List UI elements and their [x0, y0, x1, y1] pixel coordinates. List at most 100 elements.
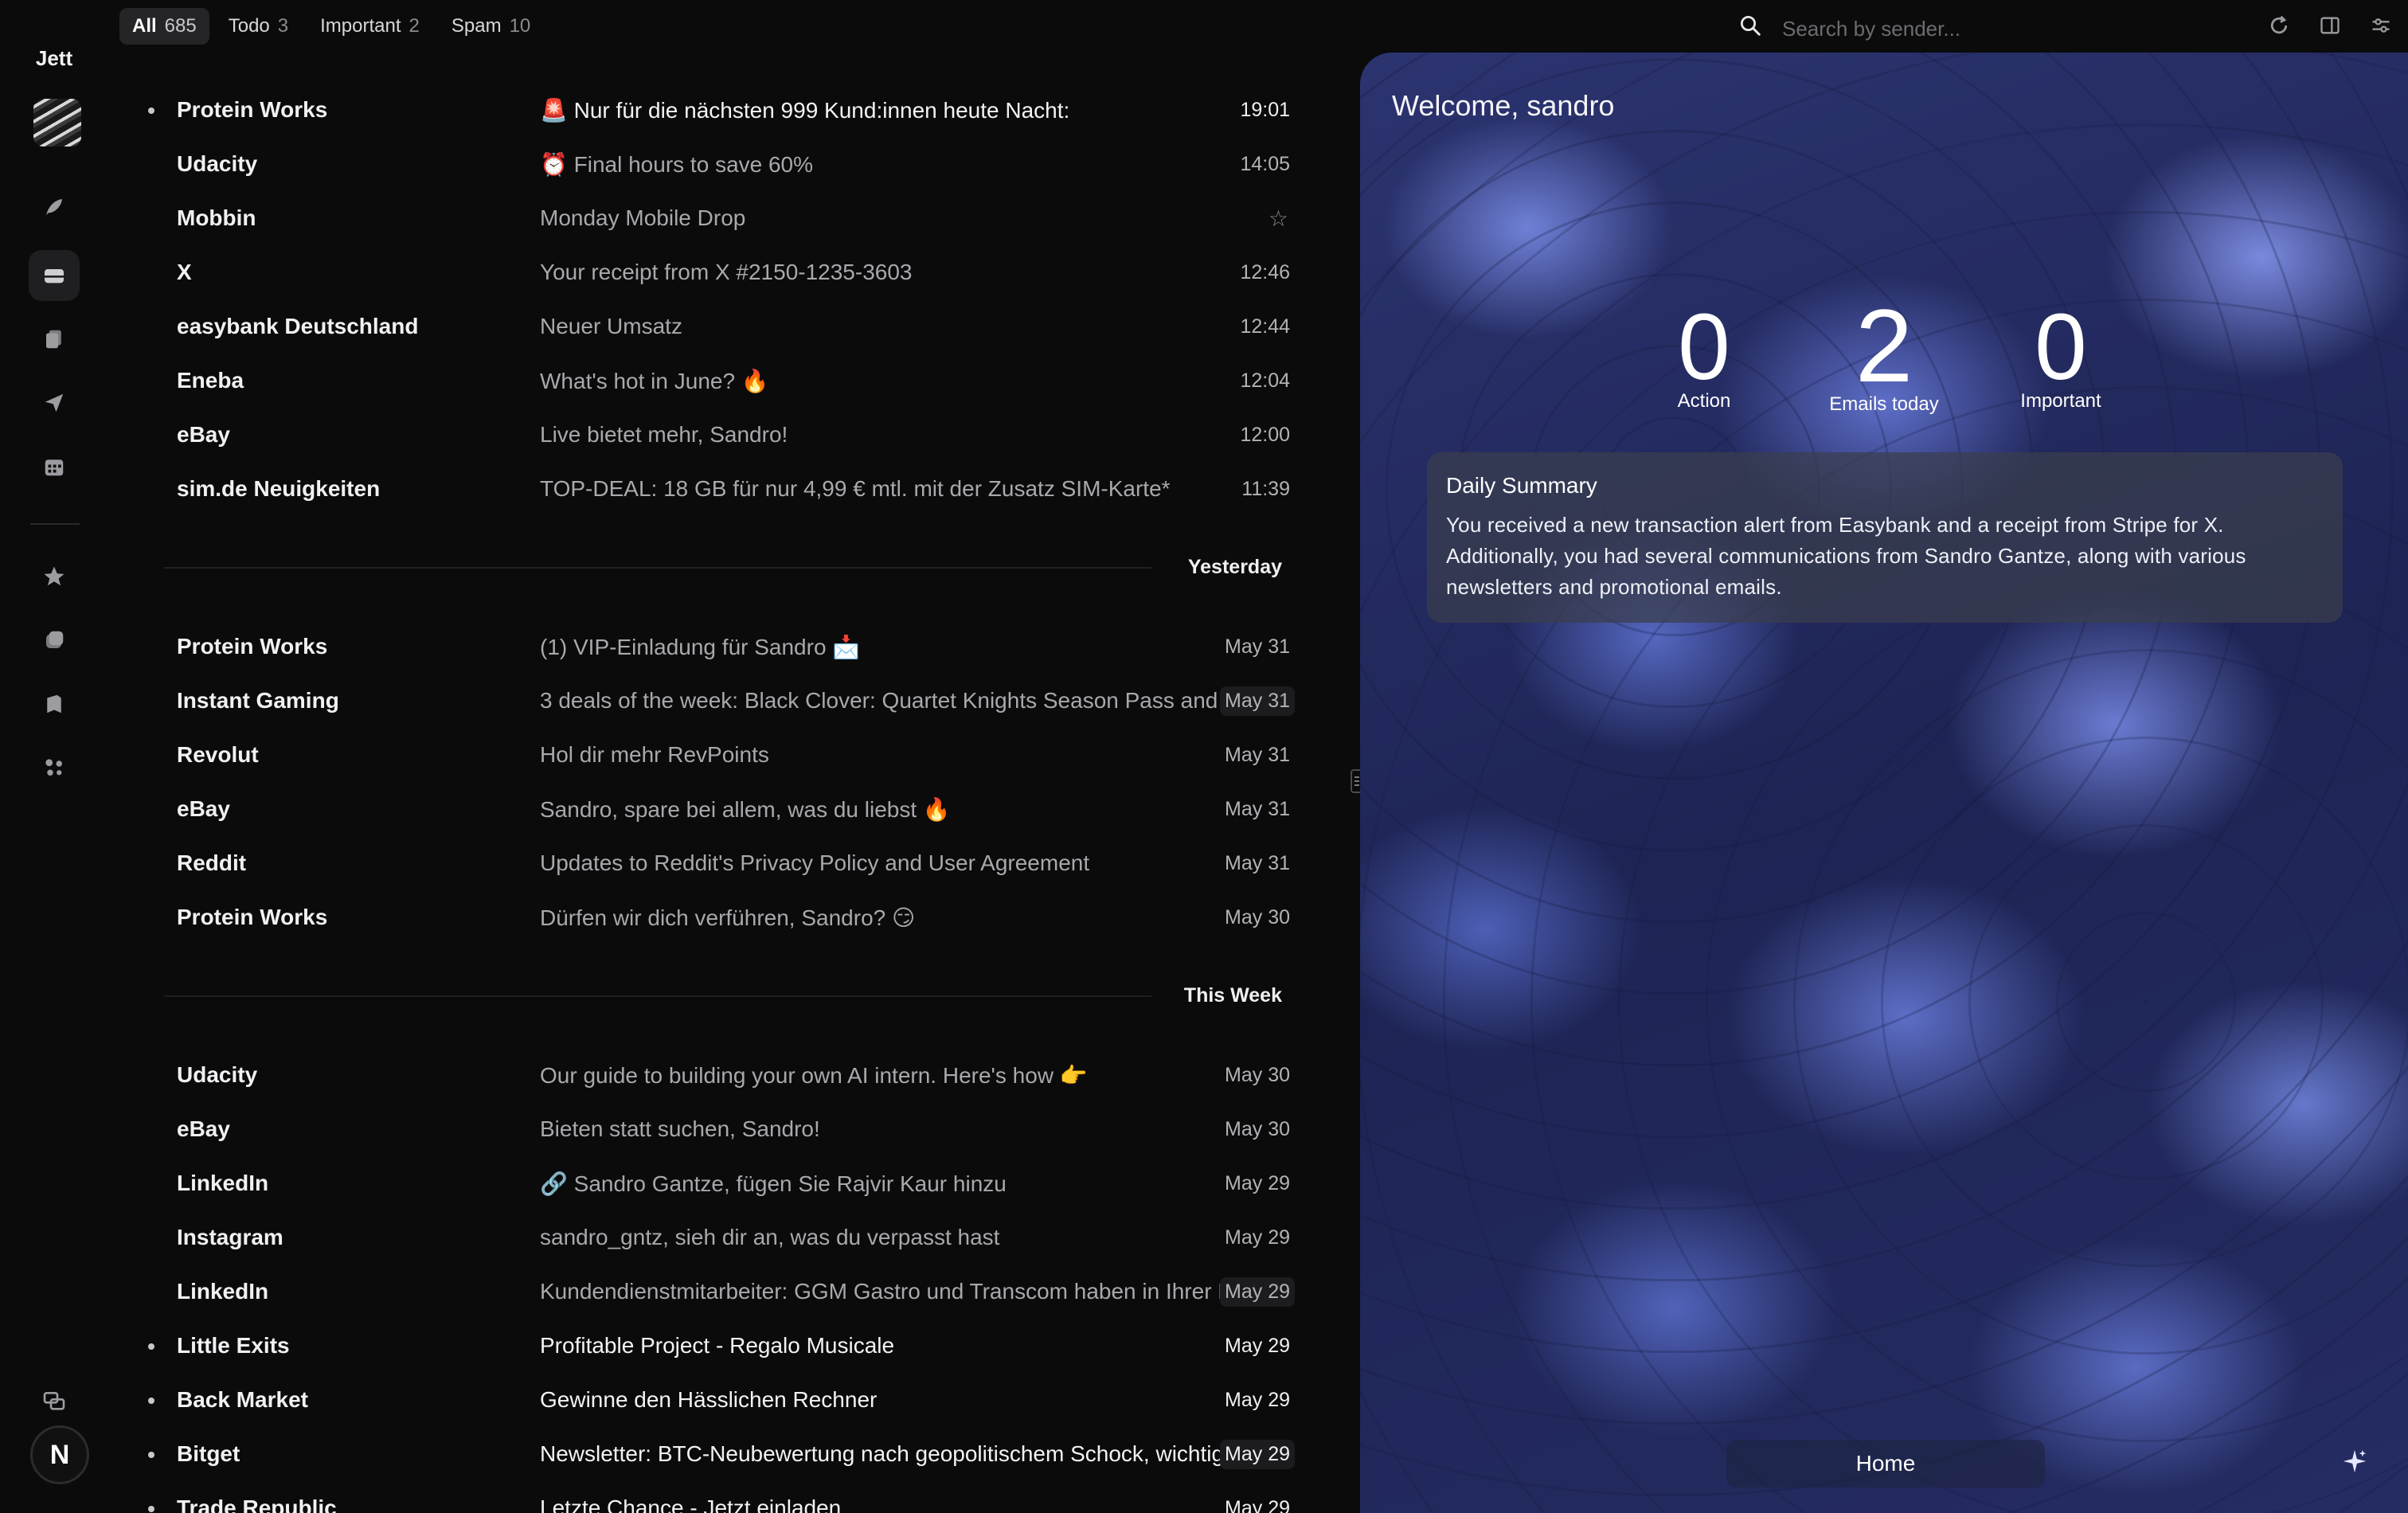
summary-body: You received a new transaction alert fro… [1446, 513, 2246, 599]
stat-label: Action [1677, 390, 1731, 412]
mail-subject: Sandro, spare bei allem, was du liebst 🔥 [540, 796, 951, 822]
stat-label: Important [2020, 390, 2101, 412]
mail-subject: (1) VIP-Einladung für Sandro 📩 [540, 634, 861, 659]
mail-time: 12:44 [1240, 315, 1290, 338]
mail-row[interactable]: Udacity ⏰ Final hours to save 60% 14:05 [135, 137, 1298, 191]
mail-time: May 29 [1220, 1439, 1295, 1469]
stat-action[interactable]: 0 Action [1624, 299, 1784, 412]
split-view-icon[interactable] [2314, 10, 2346, 41]
send-icon[interactable] [29, 377, 80, 428]
stat-emails-today[interactable]: 2 Emails today [1804, 293, 1964, 416]
mail-subject: Profitable Project - Regalo Musicale [540, 1333, 895, 1358]
section-yesterday: Protein Works (1) VIP-Einladung für Sandr… [135, 620, 1298, 944]
search-icon[interactable] [1736, 14, 1765, 44]
home-button[interactable]: Home [1726, 1440, 2045, 1488]
mail-row[interactable]: Reddit Updates to Reddit's Privacy Policy… [135, 836, 1298, 890]
mail-sender: Bitget [177, 1441, 240, 1466]
welcome-heading: Welcome, sandro [1392, 89, 1615, 122]
section-line [164, 995, 1151, 997]
mail-time: May 30 [1225, 905, 1290, 929]
mail-time: 12:04 [1240, 369, 1290, 392]
top-toolbar [2263, 10, 2397, 41]
mail-time: 12:46 [1240, 260, 1290, 283]
mail-row[interactable]: Instagram sandro_gntz, sieh dir an, was d… [135, 1210, 1298, 1265]
search-input[interactable] [1782, 16, 2196, 41]
calendar-icon[interactable] [29, 441, 80, 492]
bookmark-icon[interactable] [29, 678, 80, 729]
mail-row[interactable]: easybank Deutschland Neuer Umsatz 12:44 [135, 299, 1298, 354]
stat-value: 0 [1678, 295, 1730, 400]
brand-name: Jett [35, 46, 73, 70]
mail-time: May 30 [1225, 1117, 1290, 1140]
tab-label: Spam [451, 15, 502, 37]
mail-subject: sandro_gntz, sieh dir an, was du verpass… [540, 1225, 1000, 1249]
mail-row[interactable]: Instant Gaming 3 deals of the week: Black… [135, 674, 1298, 728]
refresh-icon[interactable] [2263, 10, 2295, 41]
mail-app: Jett N All 685 Todo 3 Important 2 Spam 1… [0, 0, 2408, 1513]
filter-tabs: All 685 Todo 3 Important 2 Spam 10 [119, 8, 543, 45]
mail-subject: What's hot in June? 🔥 [540, 368, 769, 393]
tab-todo[interactable]: Todo 3 [216, 8, 301, 45]
left-rail: Jett N [0, 0, 111, 1513]
apps-icon[interactable] [29, 742, 80, 793]
mail-row[interactable]: Mobbin Monday Mobile Drop ☆ [135, 191, 1298, 245]
chat-icon[interactable] [29, 1376, 80, 1427]
mail-row[interactable]: sim.de Neuigkeiten TOP-DEAL: 18 GB für nu… [135, 462, 1298, 516]
mail-sender: Protein Works [177, 97, 328, 122]
mail-row[interactable]: Little Exits Profitable Project - Regalo … [135, 1319, 1298, 1373]
tab-count: 2 [408, 15, 420, 37]
mail-row[interactable]: eBay Bieten statt suchen, Sandro! May 30 [135, 1102, 1298, 1156]
mail-row[interactable]: Protein Works 🚨 Nur für die nächsten 999 … [135, 83, 1298, 137]
mail-time: May 31 [1220, 686, 1295, 716]
mail-row[interactable]: Eneba What's hot in June? 🔥 12:04 [135, 354, 1298, 408]
mail-row[interactable]: Protein Works Dürfen wir dich verführen, … [135, 890, 1298, 944]
home-panel: Welcome, sandro 0 Action 2 Emails today … [1360, 53, 2408, 1513]
mail-row[interactable]: X Your receipt from X #2150-1235-3603 12:4… [135, 245, 1298, 299]
mail-subject: Updates to Reddit's Privacy Policy and U… [540, 850, 1090, 875]
mail-row[interactable]: Protein Works (1) VIP-Einladung für Sandr… [135, 620, 1298, 674]
mail-time: May 31 [1225, 851, 1290, 874]
mail-sender: Back Market [177, 1387, 308, 1412]
rail-divider [30, 523, 80, 525]
settings-sliders-icon[interactable] [2365, 10, 2397, 41]
mail-time: May 29 [1220, 1276, 1295, 1307]
mail-subject: 3 deals of the week: Black Clover: Quart… [540, 688, 1234, 713]
sparkle-icon[interactable] [2341, 1448, 2368, 1482]
mail-row[interactable]: Udacity Our guide to building your own AI… [135, 1048, 1298, 1102]
mail-row[interactable]: LinkedIn Kundendienstmitarbeiter: GGM Gas… [135, 1265, 1298, 1319]
mail-sender: eBay [177, 422, 230, 447]
mail-row[interactable]: Bitget Newsletter: BTC-Neubewertung nach … [135, 1427, 1298, 1481]
mail-subject: Live bietet mehr, Sandro! [540, 422, 788, 447]
mail-row[interactable]: eBay Live bietet mehr, Sandro! 12:00 [135, 408, 1298, 462]
hydrangea-background [1360, 53, 2408, 1513]
tab-important[interactable]: Important 2 [307, 8, 432, 45]
mail-sender: eBay [177, 796, 230, 821]
feather-icon[interactable] [29, 182, 80, 233]
section-line [164, 567, 1151, 569]
mail-row[interactable]: Trade Republic Letzte Chance - Jetzt einl… [135, 1481, 1298, 1513]
mail-subject: ⏰ Final hours to save 60% [540, 151, 814, 177]
mail-row[interactable]: LinkedIn 🔗 Sandro Gantze, fügen Sie Rajvi… [135, 1156, 1298, 1210]
mail-sender: Mobbin [177, 205, 256, 230]
star-icon[interactable] [29, 551, 80, 602]
shield-icon[interactable] [29, 615, 80, 666]
star-icon[interactable]: ☆ [1268, 205, 1288, 232]
tab-count: 10 [509, 15, 531, 37]
mail-subject: Neuer Umsatz [540, 314, 682, 338]
user-badge[interactable]: N [30, 1425, 89, 1484]
stat-important[interactable]: 0 Important [1981, 299, 2140, 412]
mail-time: 12:00 [1240, 423, 1290, 446]
inbox-icon[interactable] [29, 250, 80, 301]
stat-label: Emails today [1829, 393, 1939, 415]
mail-row[interactable]: eBay Sandro, spare bei allem, was du lieb… [135, 782, 1298, 836]
mail-row[interactable]: Back Market Gewinne den Hässlichen Rechne… [135, 1373, 1298, 1427]
account-avatar[interactable] [33, 99, 81, 147]
tab-spam[interactable]: Spam 10 [439, 8, 543, 45]
tab-all[interactable]: All 685 [119, 8, 209, 45]
mail-sender: sim.de Neuigkeiten [177, 476, 381, 501]
stat-value: 2 [1855, 287, 1914, 404]
mail-subject: Gewinne den Hässlichen Rechner [540, 1387, 878, 1412]
mail-time: May 29 [1225, 1226, 1290, 1249]
documents-icon[interactable] [29, 314, 80, 365]
mail-row[interactable]: Revolut Hol dir mehr RevPoints May 31 [135, 728, 1298, 782]
